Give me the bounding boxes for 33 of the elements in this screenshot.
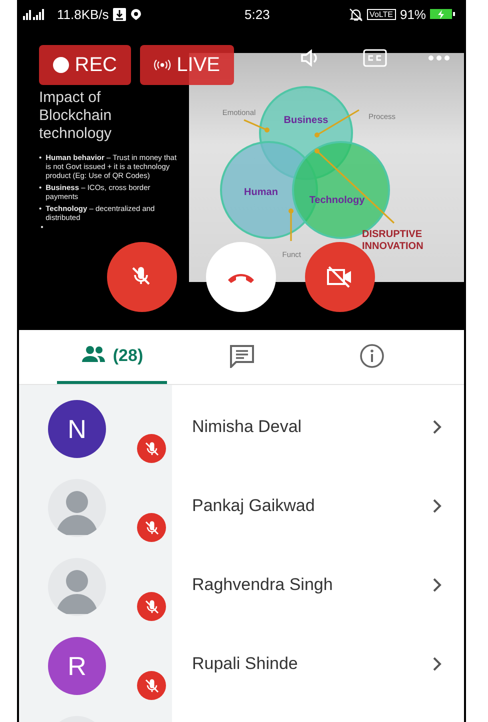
record-button[interactable]: REC <box>39 45 131 85</box>
record-dot-icon <box>53 57 69 73</box>
captions-icon[interactable] <box>363 49 387 67</box>
muted-bell-icon <box>348 8 363 20</box>
venn-label: Business <box>284 115 328 126</box>
avatar: R <box>48 637 106 695</box>
info-icon <box>359 344 385 368</box>
avatar: N <box>48 400 106 458</box>
network-speed: 11.8KB/s <box>57 6 109 22</box>
chevron-right-icon[interactable] <box>432 576 442 592</box>
battery-charging-icon <box>430 8 456 20</box>
live-button[interactable]: LIVE <box>140 45 234 85</box>
participant-name[interactable]: Raghvendra Singh <box>192 574 333 594</box>
participant-name[interactable]: Pankaj Gaikwad <box>192 496 315 516</box>
venn-label: Technology <box>309 195 365 206</box>
participant-name[interactable]: Rupali Shinde <box>192 654 298 674</box>
status-time: 5:23 <box>244 6 270 22</box>
chevron-right-icon[interactable] <box>432 656 442 672</box>
battery-percent: 91% <box>400 6 426 22</box>
slide-title: Impact of Blockchain technology <box>39 89 113 143</box>
venn-label: Human <box>244 187 278 198</box>
download-icon <box>112 8 126 20</box>
location-pin-icon <box>130 8 142 20</box>
chevron-right-icon[interactable] <box>432 498 442 514</box>
arrow <box>288 208 294 241</box>
callout-label: DISRUPTIVE INNOVATION <box>362 229 424 252</box>
participant-name[interactable]: Nimisha Deval <box>192 416 302 436</box>
chat-icon <box>229 344 255 368</box>
camera-off-icon <box>326 265 354 289</box>
arrow <box>244 119 270 132</box>
volte-indicator: VoLTE <box>366 8 396 20</box>
broadcast-icon <box>154 59 171 71</box>
chevron-right-icon[interactable] <box>432 418 442 434</box>
